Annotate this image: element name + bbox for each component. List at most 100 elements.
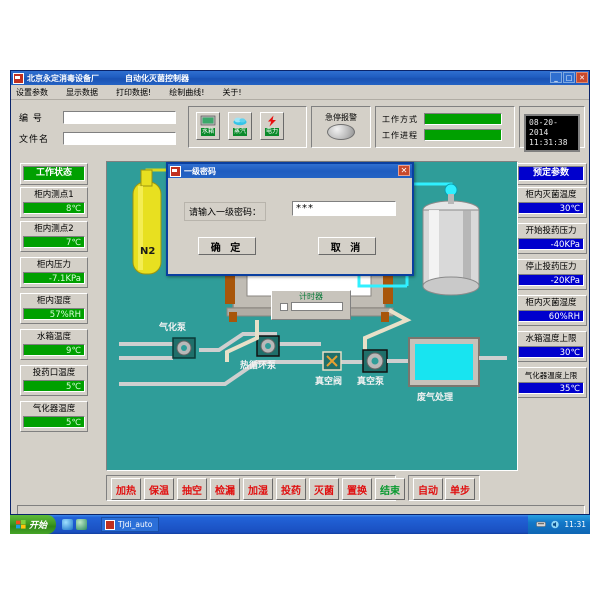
action-finish-button[interactable]: 结束 xyxy=(375,478,405,500)
cloud-icon xyxy=(233,117,247,126)
action-heat-button[interactable]: 加热 xyxy=(111,478,141,500)
number-input[interactable] xyxy=(63,111,176,124)
clock-group: 08-20-2014 11:31:38 xyxy=(519,106,585,152)
volume-icon[interactable] xyxy=(550,520,560,529)
power-button[interactable]: 电力 xyxy=(260,112,284,140)
quick-launch-bar xyxy=(56,519,93,530)
mode-single-step-button[interactable]: 单步 xyxy=(445,478,475,500)
source-button-group: 水箱 蒸汽 电力 xyxy=(188,106,307,148)
browser-icon[interactable] xyxy=(62,519,74,530)
action-dose-button[interactable]: 投药 xyxy=(276,478,306,500)
screen: 北京永定消毒设备厂 自动化灭菌控制器 _ □ ✕ 设置参数 显示数据 打印数据!… xyxy=(0,0,600,600)
timer-label: 计时器 xyxy=(299,292,323,301)
chamber-humidity-label: 柜内湿度 xyxy=(36,296,71,306)
chamber-point-1-value: 8℃ xyxy=(23,202,85,214)
menu-item-print-data[interactable]: 打印数据! xyxy=(114,86,153,99)
taskbar-item-tjdi-auto[interactable]: TJdi_auto xyxy=(101,517,160,532)
start-dosing-pressure-value: -40KPa xyxy=(518,238,584,250)
panel-chamber-point-2: 柜内测点2 7℃ xyxy=(20,221,88,252)
panel-sterilize-temp: 柜内灭菌温度 30℃ xyxy=(515,187,587,218)
filename-label: 文件名 xyxy=(19,135,50,145)
maximize-button[interactable]: □ xyxy=(563,72,575,83)
steam-button[interactable]: 蒸汽 xyxy=(228,112,252,140)
preset-params-header: 预定参数 xyxy=(518,166,584,181)
vaporizer-temp-limit-value: 35℃ xyxy=(518,382,584,394)
dosing-port-temp-label: 投药口温度 xyxy=(32,368,76,378)
work-status-header: 工作状态 xyxy=(23,166,85,181)
timer-box: 计时器 xyxy=(271,290,351,320)
minimize-button[interactable]: _ xyxy=(550,72,562,83)
heat-circ-pump-shape xyxy=(256,335,280,357)
heat-circ-pump-label: 热循环泵 xyxy=(240,361,277,371)
sterilize-humidity-label: 柜内灭菌湿度 xyxy=(525,298,577,308)
timer-checkbox[interactable] xyxy=(279,302,288,311)
media-player-icon[interactable] xyxy=(76,519,88,530)
estop-indicator[interactable] xyxy=(327,124,355,140)
stop-dosing-pressure-value: -20KPa xyxy=(518,274,584,286)
action-evacuate-button[interactable]: 抽空 xyxy=(177,478,207,500)
panel-dosing-port-temp: 投药口温度 5℃ xyxy=(20,365,88,396)
taskbar-item-label: TJdi_auto xyxy=(118,520,153,529)
password-dialog: 一级密码 ✕ 请输入一级密码： *** 确 定 取 消 xyxy=(166,162,414,276)
mode-button-group: 自动 单步 xyxy=(408,475,480,501)
panel-chamber-humidity: 柜内湿度 57%RH xyxy=(20,293,88,324)
steam-caption: 蒸汽 xyxy=(232,128,247,136)
filename-input[interactable] xyxy=(63,132,176,145)
preset-params-header-panel: 预定参数 xyxy=(515,163,587,185)
water-tank-temp-value: 9℃ xyxy=(23,344,85,356)
panel-chamber-point-1: 柜内测点1 8℃ xyxy=(20,187,88,218)
number-label: 编 号 xyxy=(19,114,43,124)
password-input[interactable]: *** xyxy=(292,201,396,216)
chamber-pressure-label: 柜内压力 xyxy=(36,260,71,270)
exhaust-treatment-shape xyxy=(408,337,480,387)
application-window: 北京永定消毒设备厂 自动化灭菌控制器 _ □ ✕ 设置参数 显示数据 打印数据!… xyxy=(10,70,590,515)
process-button-group: 加热 保温 抽空 检漏 加湿 投药 灭菌 置换 结束 xyxy=(106,475,405,501)
filename-field-row: 文件名 xyxy=(19,132,176,145)
dialog-ok-button[interactable]: 确 定 xyxy=(198,237,256,255)
action-purge-button[interactable]: 置换 xyxy=(342,478,372,500)
clock-time: 11:31:38 xyxy=(529,138,568,147)
status-bar: 请点击 电力 开始工作 xyxy=(17,505,585,514)
start-dosing-pressure-label: 开始投药压力 xyxy=(525,226,577,236)
work-status-header-panel: 工作状态 xyxy=(20,163,88,185)
water-tank-caption: 水箱 xyxy=(200,128,215,136)
menu-item-draw-curve[interactable]: 绘制曲线! xyxy=(167,86,206,99)
network-icon[interactable] xyxy=(536,520,547,529)
system-tray: 11:31 xyxy=(528,515,590,534)
clock-date: 08-20-2014 xyxy=(529,118,558,137)
vacuum-pump-label: 真空泵 xyxy=(357,377,385,387)
mode-auto-button[interactable]: 自动 xyxy=(413,478,443,500)
panel-water-tank-temp-limit: 水箱温度上限 30℃ xyxy=(515,331,587,362)
action-button-bar: 加热 保温 抽空 检漏 加湿 投药 灭菌 置换 结束 自动 单步 xyxy=(106,475,518,501)
dialog-cancel-button[interactable]: 取 消 xyxy=(318,237,376,255)
close-button[interactable]: ✕ xyxy=(576,72,588,83)
start-button[interactable]: 开始 xyxy=(10,515,57,534)
panel-vaporizer-temp-limit: 气化器温度上限 35℃ xyxy=(515,367,587,398)
menu-item-about[interactable]: 关于! xyxy=(220,86,243,99)
vaporizer-pump-label: 气化泵 xyxy=(159,323,187,333)
windows-flag-icon xyxy=(16,520,26,529)
action-humidify-button[interactable]: 加湿 xyxy=(243,478,273,500)
vaporizer-temp-limit-label: 气化器温度上限 xyxy=(524,371,578,380)
action-sterilize-button[interactable]: 灭菌 xyxy=(309,478,339,500)
panel-water-tank-temp: 水箱温度 9℃ xyxy=(20,329,88,360)
start-button-label: 开始 xyxy=(29,521,48,531)
vacuum-valve-label: 真空阀 xyxy=(315,377,343,387)
cylinder-n2-label: N2 xyxy=(140,246,156,257)
water-tank-button[interactable]: 水箱 xyxy=(196,112,220,140)
timer-input[interactable] xyxy=(290,302,343,311)
menu-item-show-data[interactable]: 显示数据 xyxy=(64,86,100,99)
vaporizer-pump-shape xyxy=(172,337,196,359)
action-leak-test-button[interactable]: 检漏 xyxy=(210,478,240,500)
chamber-point-2-value: 7℃ xyxy=(23,236,85,248)
dialog-close-button[interactable]: ✕ xyxy=(398,165,410,176)
window-subtitle: 自动化灭菌控制器 xyxy=(125,73,189,83)
sterilize-temp-value: 30℃ xyxy=(518,202,584,214)
work-progress-value xyxy=(424,129,502,141)
cylinder-n2-shape xyxy=(132,169,162,275)
menu-item-set-params[interactable]: 设置参数 xyxy=(14,86,50,99)
action-hold-temp-button[interactable]: 保温 xyxy=(144,478,174,500)
water-tank-temp-label: 水箱温度 xyxy=(36,332,71,342)
tray-clock[interactable]: 11:31 xyxy=(564,520,586,529)
work-mode-value xyxy=(424,113,502,125)
